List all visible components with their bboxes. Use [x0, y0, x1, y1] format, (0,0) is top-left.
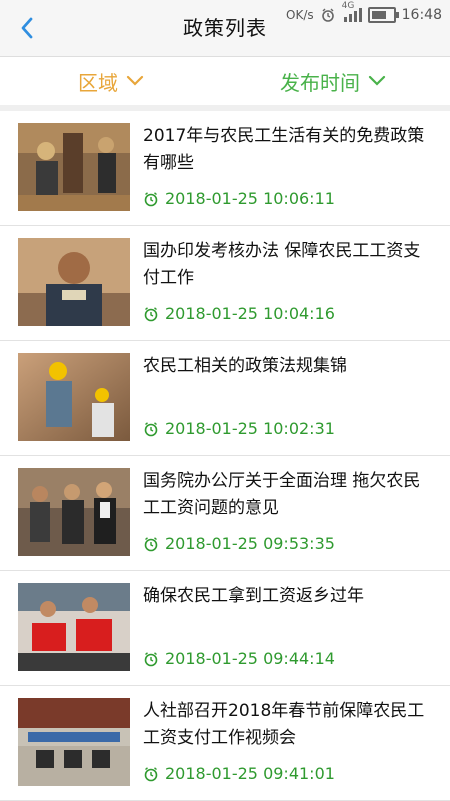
- clock-time: 16:48: [401, 7, 442, 23]
- item-title: 国办印发考核办法 保障农民工工资支付工作: [143, 241, 421, 288]
- clock-icon: [144, 191, 158, 206]
- signal-indicator: 4G: [342, 1, 362, 23]
- alarm-icon: [321, 8, 334, 22]
- publish-time-filter-label: 发布时间: [280, 70, 360, 95]
- item-time: 2018-01-25 10:04:16: [165, 304, 335, 323]
- thumbnail-image: [18, 353, 130, 441]
- list-item[interactable]: 国办印发考核办法 保障农民工工资支付工作 2018-01-25 10:04:16: [0, 226, 450, 341]
- item-meta: 2018-01-25 10:04:16: [143, 304, 335, 323]
- list-item[interactable]: 国务院办公厅关于全面治理 拖欠农民工工资问题的意见 2018-01-25 09:…: [0, 456, 450, 571]
- chevron-down-icon: [368, 75, 386, 86]
- item-time: 2018-01-25 09:53:35: [165, 534, 335, 553]
- item-title: 国务院办公厅关于全面治理 拖欠农民工工资问题的意见: [143, 471, 421, 518]
- item-meta: 2018-01-25 10:06:11: [143, 189, 335, 208]
- clock-icon: [144, 421, 158, 436]
- item-time: 2018-01-25 10:02:31: [165, 419, 335, 438]
- status-bar: OK/s 4G 16:48: [286, 1, 442, 24]
- item-title: 2017年与农民工生活有关的免费政策有哪些: [143, 126, 425, 173]
- item-time: 2018-01-25 09:44:14: [165, 649, 335, 668]
- thumbnail-image: [18, 238, 130, 326]
- item-title: 确保农民工拿到工资返乡过年: [143, 586, 364, 606]
- clock-icon: [144, 766, 158, 781]
- battery-icon: [367, 7, 399, 23]
- region-filter[interactable]: 区域: [78, 65, 144, 97]
- clock-icon: [144, 306, 158, 321]
- item-time: 2018-01-25 10:06:11: [165, 189, 335, 208]
- list-item[interactable]: 2017年与农民工生活有关的免费政策有哪些 2018-01-25 10:06:1…: [0, 111, 450, 226]
- thumbnail-image: [18, 468, 130, 556]
- item-meta: 2018-01-25 10:02:31: [143, 419, 335, 438]
- clock-icon: [144, 651, 158, 666]
- thumbnail-image: [18, 698, 130, 786]
- top-bar: 政策列表 OK/s 4G 16:48: [0, 0, 450, 57]
- thumbnail-image: [18, 583, 130, 671]
- app-root: 政策列表 OK/s 4G 16:48 区域 发布时间 2017年与农民工生活有关…: [0, 0, 450, 801]
- item-title: 农民工相关的政策法规集锦: [143, 356, 347, 376]
- publish-time-filter[interactable]: 发布时间: [280, 65, 386, 97]
- chevron-down-icon: [126, 75, 144, 86]
- list-item[interactable]: 人社部召开2018年春节前保障农民工工资支付工作视频会 2018-01-25 0…: [0, 686, 450, 801]
- network-speed: OK/s: [286, 8, 314, 22]
- signal-4g-label: 4G: [341, 1, 355, 11]
- item-time: 2018-01-25 09:41:01: [165, 764, 335, 783]
- item-meta: 2018-01-25 09:53:35: [143, 534, 335, 553]
- list-item[interactable]: 确保农民工拿到工资返乡过年 2018-01-25 09:44:14: [0, 571, 450, 686]
- item-title: 人社部召开2018年春节前保障农民工工资支付工作视频会: [143, 701, 425, 748]
- thumbnail-image: [18, 123, 130, 211]
- item-meta: 2018-01-25 09:41:01: [143, 764, 335, 783]
- policy-list: 2017年与农民工生活有关的免费政策有哪些 2018-01-25 10:06:1…: [0, 111, 450, 801]
- list-item[interactable]: 农民工相关的政策法规集锦 2018-01-25 10:02:31: [0, 341, 450, 456]
- clock-icon: [144, 536, 158, 551]
- item-meta: 2018-01-25 09:44:14: [143, 649, 335, 668]
- region-filter-label: 区域: [78, 70, 118, 95]
- filter-bar: 区域 发布时间: [0, 57, 450, 111]
